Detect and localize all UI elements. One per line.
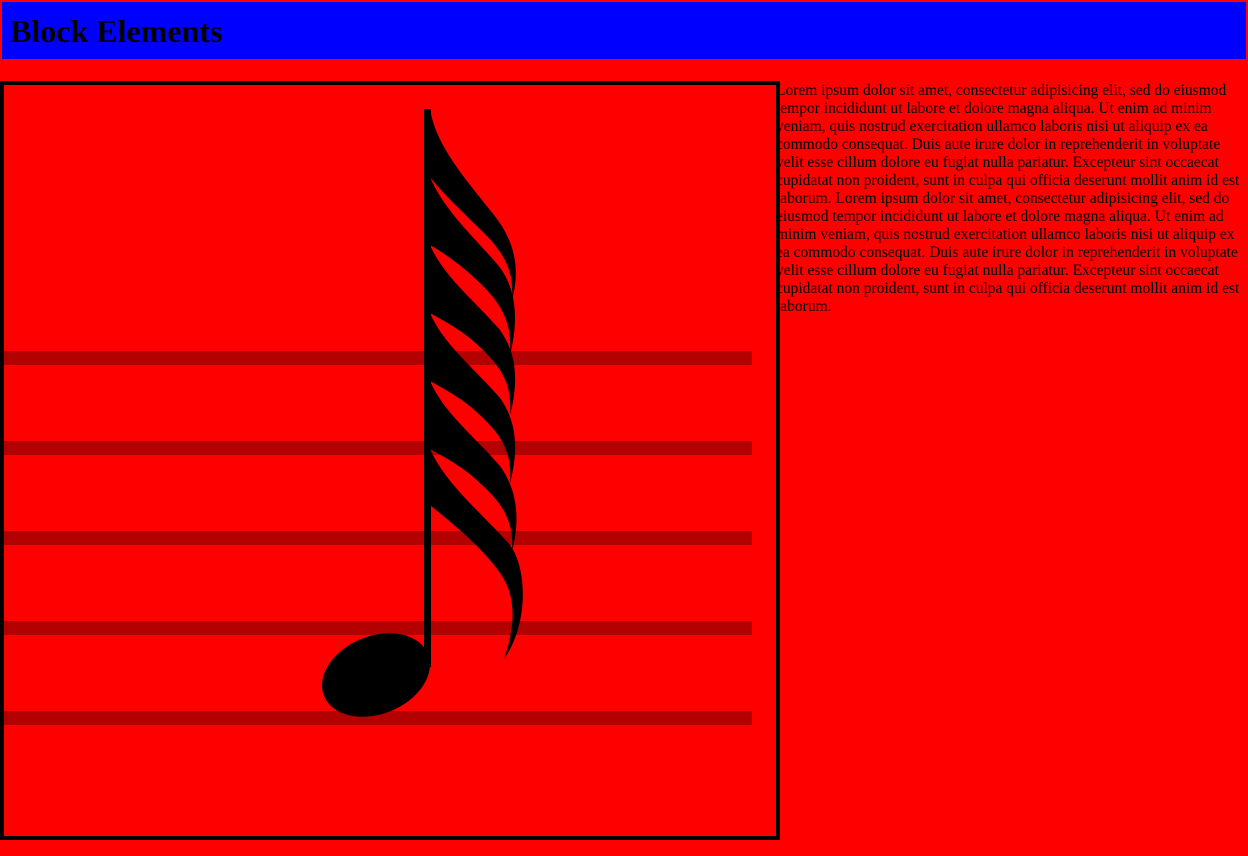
staff-line	[4, 531, 752, 545]
note-glyph	[322, 109, 523, 717]
body-paragraph: Lorem ipsum dolor sit amet, consectetur …	[776, 82, 1240, 315]
note-stem	[424, 109, 431, 667]
page-title: Block Elements	[10, 13, 223, 49]
page: Block Elements Lorem ipsum dolor sit ame…	[0, 0, 1248, 856]
music-note-figure	[0, 81, 780, 840]
staff-line	[4, 621, 752, 635]
staff-line	[4, 351, 752, 365]
staff-line	[4, 441, 752, 455]
sixty-fourth-note-icon	[4, 109, 752, 725]
header-bar: Block Elements	[2, 2, 1246, 59]
